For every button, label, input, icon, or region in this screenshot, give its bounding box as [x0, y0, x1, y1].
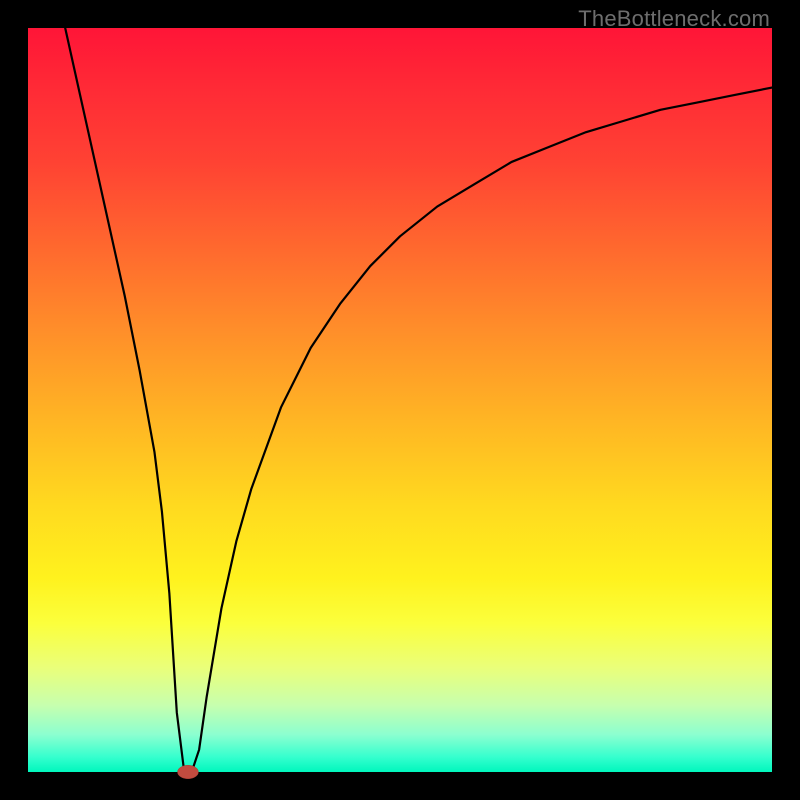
- chart-frame: TheBottleneck.com: [0, 0, 800, 800]
- chart-plot-area: [28, 28, 772, 772]
- bottleneck-curve: [65, 28, 772, 772]
- minimum-marker: [178, 765, 199, 778]
- chart-svg: [28, 28, 772, 772]
